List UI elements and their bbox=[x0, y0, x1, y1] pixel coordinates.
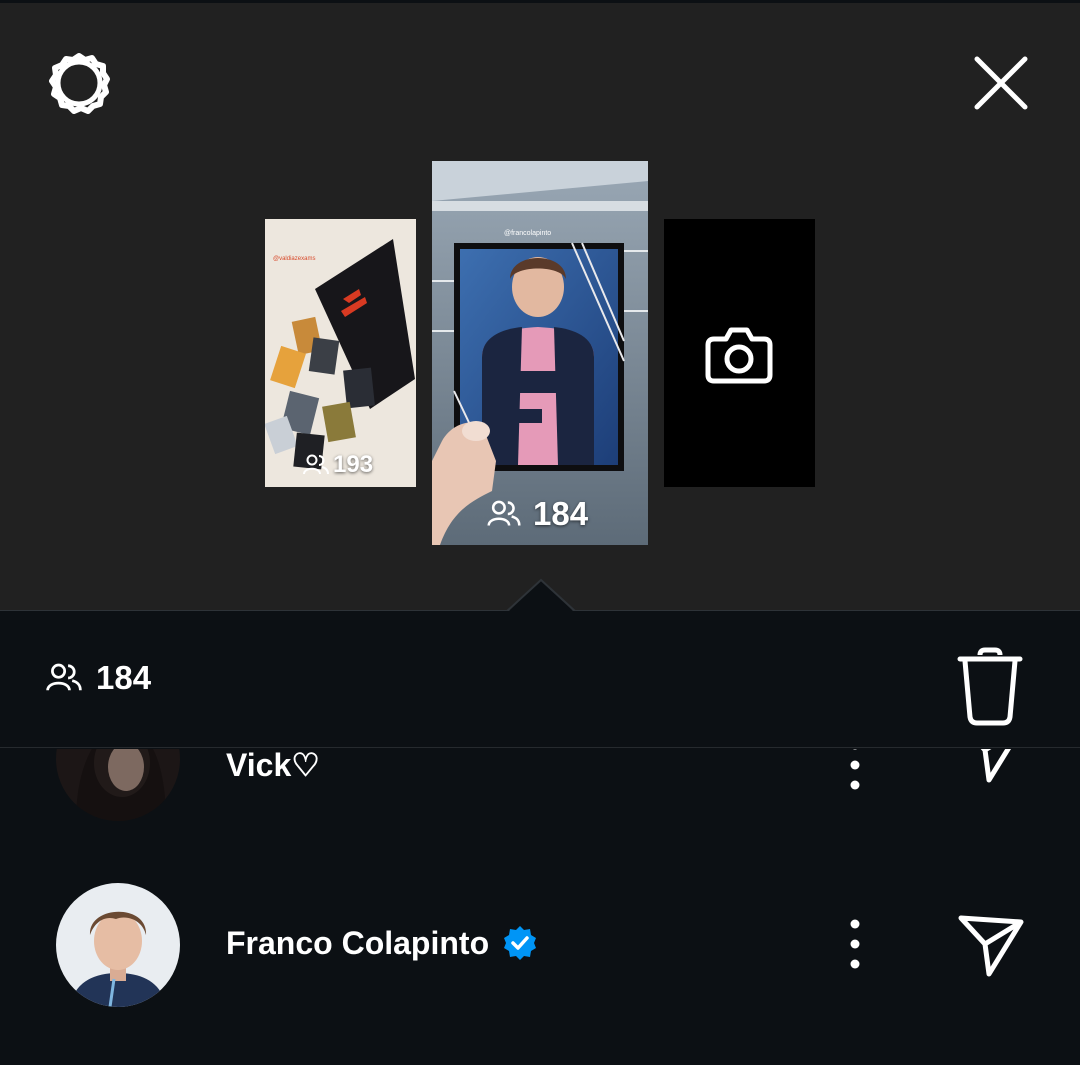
viewer-row[interactable]: Vick♡ bbox=[0, 749, 1080, 836]
story-thumbnail-1[interactable]: @valdiazexams 193 bbox=[265, 219, 416, 487]
viewers-icon bbox=[46, 663, 82, 691]
viewers-icon bbox=[303, 454, 329, 475]
story-thumbnail-2[interactable]: @francolapinto 184 bbox=[432, 161, 648, 545]
add-story-camera-tile[interactable] bbox=[664, 219, 815, 487]
send-message-icon[interactable] bbox=[955, 749, 1027, 784]
settings-button[interactable] bbox=[44, 48, 114, 118]
viewers-header: 184 bbox=[0, 611, 1080, 748]
story-viewer-count: 184 bbox=[487, 495, 588, 533]
trash-icon[interactable] bbox=[956, 647, 1024, 727]
viewer-name[interactable]: Vick♡ bbox=[226, 749, 320, 784]
avatar[interactable] bbox=[56, 749, 180, 821]
viewers-list: Vick♡ Franco Colapinto bbox=[0, 749, 1080, 1065]
viewer-name[interactable]: Franco Colapinto bbox=[226, 925, 489, 962]
more-options-icon[interactable] bbox=[838, 914, 872, 974]
viewer-count-summary: 184 bbox=[46, 659, 151, 697]
viewer-count: 184 bbox=[96, 659, 152, 696]
close-icon bbox=[974, 56, 1028, 110]
story-image: @francolapinto bbox=[432, 161, 648, 545]
gear-icon bbox=[49, 53, 110, 114]
viewer-row[interactable]: Franco Colapinto bbox=[0, 882, 1080, 1022]
viewer-name-row: Franco Colapinto bbox=[226, 924, 539, 962]
camera-icon bbox=[705, 327, 773, 384]
story-viewer-count: 193 bbox=[303, 451, 373, 479]
story-image: @valdiazexams bbox=[265, 219, 416, 487]
close-button[interactable] bbox=[966, 48, 1036, 118]
story-mention-tag: @valdiazexams bbox=[273, 256, 315, 262]
send-message-icon[interactable] bbox=[955, 914, 1027, 978]
story-mention-tag: @francolapinto bbox=[504, 230, 551, 237]
more-options-icon[interactable] bbox=[838, 749, 872, 795]
viewers-icon bbox=[487, 500, 521, 526]
verified-badge-icon bbox=[504, 926, 537, 960]
selected-story-pointer bbox=[506, 578, 576, 614]
avatar[interactable] bbox=[56, 883, 180, 1007]
